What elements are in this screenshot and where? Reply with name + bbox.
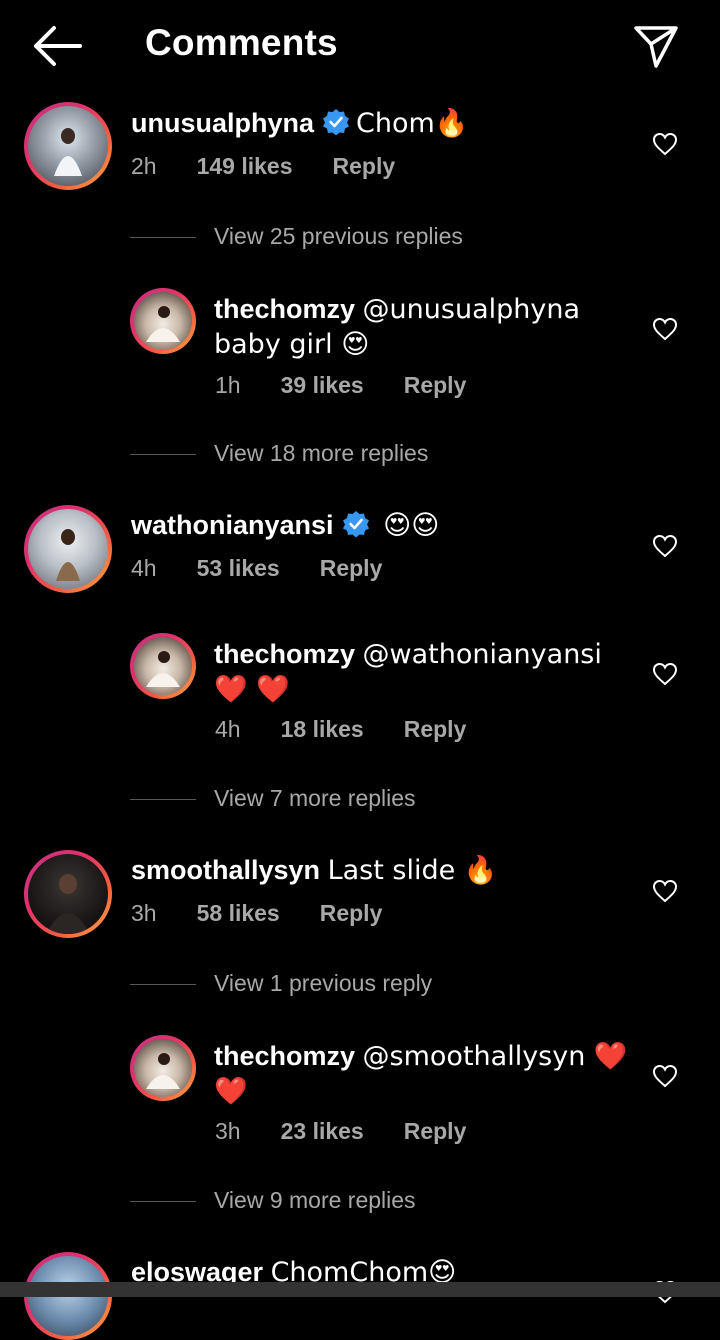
divider-line <box>130 237 196 238</box>
avatar[interactable] <box>24 505 112 593</box>
reply-text: thechomzy @unusualphyna baby girl 😍 <box>214 292 634 362</box>
likes-count[interactable]: 53 likes <box>197 555 280 582</box>
comment-username[interactable]: unusualphyna <box>131 108 314 138</box>
comment-meta: 2h 149 likes Reply <box>131 153 395 180</box>
divider-line <box>130 984 196 985</box>
divider-line <box>130 1201 196 1202</box>
reply-button[interactable]: Reply <box>333 153 396 180</box>
reply-username[interactable]: thechomzy <box>214 294 355 324</box>
likes-count[interactable]: 23 likes <box>281 1118 364 1145</box>
comment-username[interactable]: smoothallysyn <box>131 855 320 885</box>
heart-outline-icon[interactable] <box>652 132 678 156</box>
heart-outline-icon[interactable] <box>652 662 678 686</box>
avatar[interactable] <box>24 102 112 190</box>
page-title: Comments <box>145 22 338 63</box>
likes-count[interactable]: 149 likes <box>197 153 293 180</box>
reply-username[interactable]: thechomzy <box>214 639 355 669</box>
divider-line <box>130 799 196 800</box>
divider-line <box>130 454 196 455</box>
reply-meta: 4h 18 likes Reply <box>215 716 466 743</box>
comment-username[interactable]: wathonianyansi <box>131 510 334 540</box>
likes-count[interactable]: 58 likes <box>197 900 280 927</box>
comment-text: unusualphyna Chom🔥 <box>131 106 468 141</box>
reply-username[interactable]: thechomzy <box>214 1041 355 1071</box>
reply-text: thechomzy @wathonianyansi ❤️ ❤️ <box>214 637 634 707</box>
avatar[interactable] <box>130 633 196 699</box>
avatar[interactable] <box>130 288 196 354</box>
reply-meta: 3h 23 likes Reply <box>215 1118 466 1145</box>
bottom-edge-bar <box>0 1282 720 1297</box>
comment-time: 3h <box>131 900 157 926</box>
comment-meta: 4h 53 likes Reply <box>131 555 382 582</box>
comment-time: 2h <box>131 153 157 179</box>
comment-text: smoothallysyn Last slide 🔥 <box>131 853 497 888</box>
avatar[interactable] <box>24 850 112 938</box>
reply-button[interactable]: Reply <box>404 372 467 399</box>
heart-outline-icon[interactable] <box>652 534 678 558</box>
reply-button[interactable]: Reply <box>404 1118 467 1145</box>
reply-meta: 1h 39 likes Reply <box>215 372 466 399</box>
likes-count[interactable]: 39 likes <box>281 372 364 399</box>
send-icon[interactable] <box>632 22 680 70</box>
heart-outline-icon[interactable] <box>652 879 678 903</box>
reply-time: 1h <box>215 372 241 398</box>
likes-count[interactable]: 18 likes <box>281 716 364 743</box>
verified-badge-icon <box>342 511 369 538</box>
comment-meta: 3h 58 likes Reply <box>131 900 382 927</box>
reply-time: 3h <box>215 1118 241 1144</box>
comment-time: 4h <box>131 555 157 581</box>
comment-body: Chom🔥 <box>356 108 469 139</box>
reply-time: 4h <box>215 716 241 742</box>
back-arrow-icon[interactable] <box>30 24 82 68</box>
reply-button[interactable]: Reply <box>320 900 383 927</box>
comment-text: wathonianyansi 😍😍 <box>131 508 439 543</box>
heart-outline-icon[interactable] <box>652 1064 678 1088</box>
avatar[interactable] <box>130 1035 196 1101</box>
heart-outline-icon[interactable] <box>652 317 678 341</box>
comment-body: Last slide 🔥 <box>327 855 498 886</box>
verified-badge-icon <box>323 109 350 136</box>
reply-text: thechomzy @smoothallysyn ❤️ ❤️ <box>214 1039 634 1109</box>
header-bar: Comments <box>0 0 720 90</box>
comment-body: 😍😍 <box>383 510 440 541</box>
reply-button[interactable]: Reply <box>320 555 383 582</box>
reply-button[interactable]: Reply <box>404 716 467 743</box>
